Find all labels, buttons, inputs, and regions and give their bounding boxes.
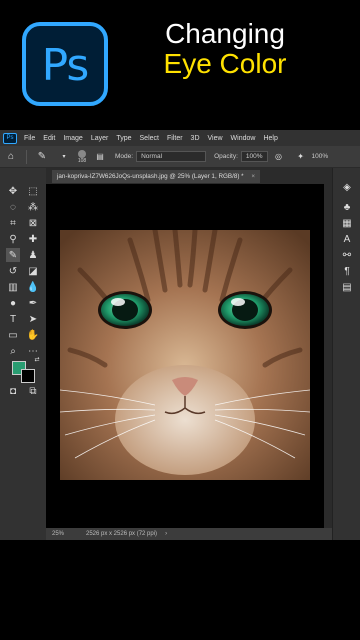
adjustments-icon[interactable]: ▦ [340, 216, 354, 230]
document-tab[interactable]: jan-kopriva-IZ7W626JoQs-unsplash.jpg @ 2… [52, 169, 261, 183]
quick-select-tool-icon[interactable]: ⁂ [26, 200, 40, 214]
swap-colors-icon[interactable]: ⇄ [30, 352, 44, 366]
type-tool-icon[interactable]: T [6, 312, 20, 326]
libraries-icon[interactable]: ♣ [340, 200, 354, 214]
brush-tool-icon[interactable]: ✎ [35, 150, 49, 164]
mode-dropdown[interactable]: Normal [136, 151, 207, 162]
menu-window[interactable]: Window [227, 135, 260, 142]
menu-help[interactable]: Help [259, 135, 281, 142]
logo-text: Ps [41, 40, 90, 91]
status-bar: 25% 2526 px x 2526 px (72 ppi) › [46, 528, 332, 540]
divider [26, 149, 27, 164]
mode-label: Mode: [115, 153, 134, 160]
gradient-tool-icon[interactable]: ▥ [6, 280, 20, 294]
document-tab-bar: jan-kopriva-IZ7W626JoQs-unsplash.jpg @ 2… [46, 168, 332, 184]
pen-tool-icon[interactable]: ✒ [26, 296, 40, 310]
brush-tip-icon [78, 149, 86, 158]
quick-mask-icon[interactable]: ◘ [6, 384, 20, 398]
zoom-tool-icon[interactable]: ⌕ [6, 344, 20, 358]
menu-filter[interactable]: Filter [163, 135, 187, 142]
eyedropper-tool-icon[interactable]: ⚲ [6, 232, 20, 246]
crop-tool-icon[interactable]: ⌗ [6, 216, 20, 230]
rectangle-tool-icon[interactable]: ▭ [6, 328, 20, 342]
character-panel-icon[interactable]: A [340, 232, 354, 246]
screen-mode-icon[interactable]: ⧉ [26, 384, 40, 398]
brush-settings-icon[interactable]: ▤ [93, 150, 107, 164]
brush-preset-picker[interactable]: 108 [75, 149, 89, 164]
vertical-scrollbar[interactable] [324, 184, 332, 528]
healing-brush-tool-icon[interactable]: ✚ [26, 232, 40, 246]
menu-view[interactable]: View [204, 135, 227, 142]
pressure-opacity-icon[interactable]: ◎ [272, 150, 286, 164]
document-title: jan-kopriva-IZ7W626JoQs-unsplash.jpg @ 2… [57, 172, 244, 180]
photoshop-logo-icon: Ps [22, 22, 108, 106]
status-menu-arrow-icon[interactable]: › [165, 531, 167, 537]
cat-photo [60, 230, 310, 480]
background-color-swatch[interactable] [21, 369, 35, 383]
video-header: Ps Changing Eye Color [0, 0, 360, 130]
chevron-down-icon[interactable]: ▾ [57, 150, 71, 164]
flow-field[interactable]: 100% [312, 153, 329, 160]
marquee-tool-icon[interactable]: ⬚ [26, 184, 40, 198]
hand-tool-icon[interactable]: ✋ [26, 328, 40, 342]
dodge-tool-icon[interactable]: ● [6, 296, 20, 310]
path-selection-tool-icon[interactable]: ➤ [26, 312, 40, 326]
title-line-2: Eye Color [163, 48, 287, 79]
document-dimensions: 2526 px x 2526 px (72 ppi) [86, 531, 158, 537]
menu-bar: Ps File Edit Image Layer Type Select Fil… [0, 130, 360, 146]
menu-select[interactable]: Select [136, 135, 163, 142]
home-icon[interactable]: ⌂ [4, 150, 18, 164]
blur-tool-icon[interactable]: 💧 [26, 280, 40, 294]
menu-file[interactable]: File [20, 135, 39, 142]
brush-tool-active-icon[interactable]: ✎ [6, 248, 20, 262]
frame-tool-icon[interactable]: ⊠ [26, 216, 40, 230]
title-line-1: Changing [165, 18, 285, 49]
panels-dock: ◈ ♣ ▦ A ⚯ ¶ ▤ [332, 168, 360, 540]
eraser-tool-icon[interactable]: ◪ [26, 264, 40, 278]
menu-image[interactable]: Image [59, 135, 86, 142]
opacity-label: Opacity: [214, 153, 238, 160]
bottom-padding [0, 540, 360, 640]
paths-icon[interactable]: ⚯ [340, 248, 354, 262]
paragraph-panel-icon[interactable]: ¶ [340, 264, 354, 278]
layers-icon[interactable]: ◈ [340, 180, 354, 194]
menu-type[interactable]: Type [112, 135, 135, 142]
zoom-level[interactable]: 25% [46, 531, 72, 537]
brush-size: 108 [77, 157, 87, 164]
menu-layer[interactable]: Layer [87, 135, 113, 142]
cat-photo-canvas[interactable] [60, 230, 310, 480]
clone-stamp-tool-icon[interactable]: ♟ [26, 248, 40, 262]
app-icon[interactable]: Ps [3, 132, 17, 144]
close-icon[interactable]: × [251, 173, 255, 180]
lasso-tool-icon[interactable]: ◌ [6, 200, 20, 214]
history-brush-tool-icon[interactable]: ↺ [6, 264, 20, 278]
move-tool-icon[interactable]: ✥ [6, 184, 20, 198]
opacity-field[interactable]: 100% [240, 151, 268, 162]
properties-icon[interactable]: ▤ [340, 280, 354, 294]
airbrush-icon[interactable]: ✦ [294, 150, 308, 164]
menu-3d[interactable]: 3D [187, 135, 204, 142]
tools-panel: ✥ ⬚ ◌ ⁂ ⌗ ⊠ ⚲ ✚ ✎ ♟ ↺ ◪ ▥ 💧 ● ✒ T ➤ ▭ ✋ … [0, 168, 46, 540]
menu-edit[interactable]: Edit [39, 135, 59, 142]
options-bar: ⌂ ✎ ▾ 108 ▤ Mode: Normal Opacity: 100% ◎… [0, 146, 360, 168]
